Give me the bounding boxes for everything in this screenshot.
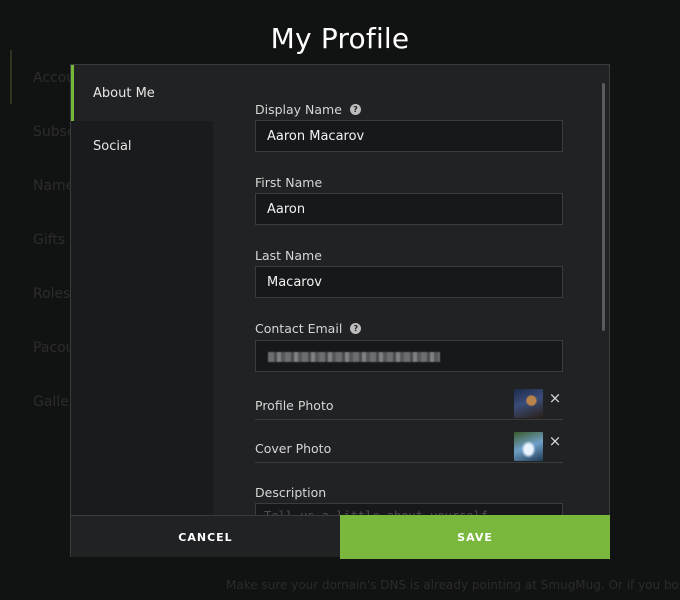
help-icon[interactable]: ? xyxy=(349,104,361,115)
help-icon[interactable]: ? xyxy=(350,323,362,334)
save-button[interactable]: SAVE xyxy=(340,515,610,559)
background-nav-item: Galle xyxy=(33,394,69,410)
cancel-button[interactable]: CANCEL xyxy=(71,516,340,558)
background-nav-item: Pacou xyxy=(33,340,75,356)
contact-email-label-text: Contact Email xyxy=(255,321,343,336)
cover-photo-row: Cover Photo × xyxy=(255,432,563,463)
background-nav-item: Name xyxy=(33,178,75,194)
display-name-label-text: Display Name xyxy=(255,102,342,117)
profile-photo-row: Profile Photo × xyxy=(255,389,563,420)
display-name-label: Display Name ? xyxy=(255,102,361,117)
tab-social[interactable]: Social xyxy=(71,121,213,177)
background-nav-item: Gifts xyxy=(33,232,66,248)
profile-modal: About Me Social Display Name ? First Nam… xyxy=(70,64,610,559)
description-label: Description xyxy=(255,485,326,500)
background-nav-item: Accou xyxy=(33,70,76,86)
background-nav-accent xyxy=(10,50,12,104)
remove-profile-photo-icon[interactable]: × xyxy=(548,391,562,406)
profile-form: Display Name ? First Name Last Name Cont… xyxy=(255,65,565,515)
profile-photo-thumbnail[interactable] xyxy=(514,389,543,418)
background-nav: Accou Subsc Name Gifts Roles Pacou Galle xyxy=(33,70,75,448)
first-name-label-text: First Name xyxy=(255,175,323,190)
description-label-text: Description xyxy=(255,485,327,500)
cover-photo-label: Cover Photo xyxy=(255,441,332,456)
description-textarea[interactable]: Tell us a little about yourself xyxy=(255,503,563,515)
modal-footer: CANCEL SAVE xyxy=(71,515,610,559)
background-footer-text: Make sure your domain's DNS is already p… xyxy=(226,578,680,592)
background-nav-item: Subsc xyxy=(33,124,75,140)
last-name-label: Last Name xyxy=(255,248,322,263)
last-name-label-text: Last Name xyxy=(255,248,322,263)
first-name-input[interactable] xyxy=(255,193,563,225)
first-name-label: First Name xyxy=(255,175,322,190)
profile-photo-label: Profile Photo xyxy=(255,398,334,413)
remove-cover-photo-icon[interactable]: × xyxy=(548,434,562,449)
page-title: My Profile xyxy=(270,22,410,55)
redacted-email-value xyxy=(268,352,440,362)
tab-about-me[interactable]: About Me xyxy=(71,65,213,121)
cover-photo-thumbnail[interactable] xyxy=(514,432,543,461)
modal-scrollbar[interactable] xyxy=(602,83,605,331)
background-nav-item: Roles xyxy=(33,286,71,302)
contact-email-input[interactable] xyxy=(255,340,563,372)
contact-email-label: Contact Email ? xyxy=(255,321,362,336)
modal-sidebar: About Me Social xyxy=(71,65,213,515)
last-name-input[interactable] xyxy=(255,266,563,298)
display-name-input[interactable] xyxy=(255,120,563,152)
